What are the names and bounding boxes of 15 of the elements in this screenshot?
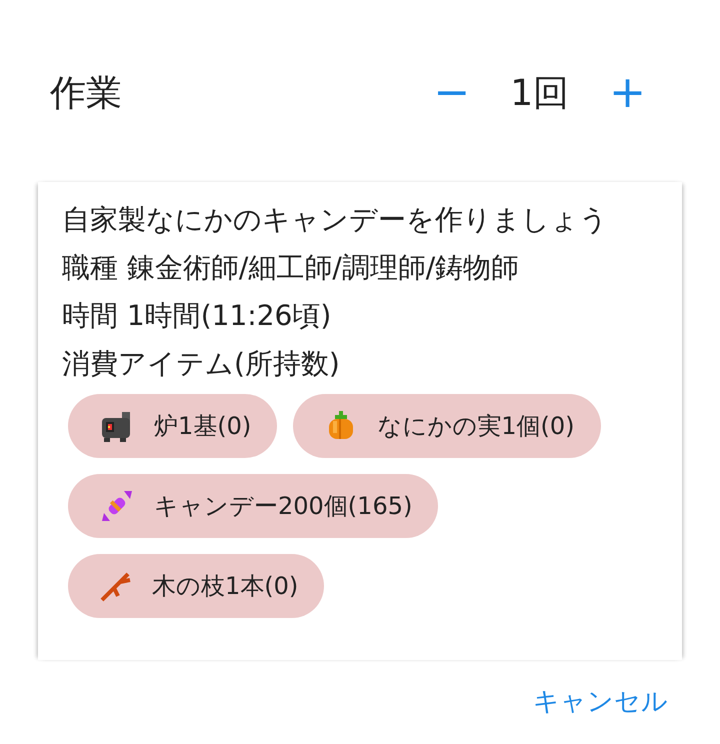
count-value: 1回 — [509, 72, 570, 116]
time-text: 時間 1時間(11:26頃) — [62, 298, 332, 334]
description-text: 自家製なにかのキャンデーを作りましょう — [62, 202, 609, 238]
item-label: キャンデー200個(165) — [154, 491, 412, 522]
increment-button[interactable]: + — [605, 71, 650, 115]
candy-icon — [100, 489, 134, 523]
branch-icon — [100, 570, 132, 602]
item-label: 木の枝1本(0) — [152, 571, 298, 602]
items-heading: 消費アイテム(所持数) — [62, 346, 341, 382]
dialog-title: 作業 — [50, 72, 123, 116]
jobs-text: 職種 錬金術師/細工師/調理師/鋳物師 — [62, 250, 520, 286]
cancel-button[interactable]: キャンセル — [529, 680, 672, 723]
decrement-button[interactable]: − — [429, 71, 474, 115]
item-label: 炉1基(0) — [154, 411, 252, 442]
item-label: なにかの実1個(0) — [377, 411, 575, 442]
